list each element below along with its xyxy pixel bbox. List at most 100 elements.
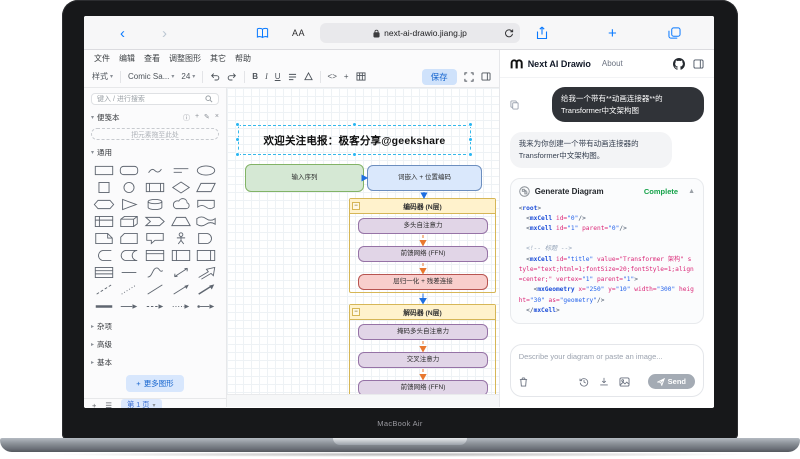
tool-card-header[interactable]: Generate Diagram Complete ▲ [519, 186, 695, 197]
shape-line-icon[interactable] [117, 264, 143, 280]
send-button[interactable]: Send [648, 374, 695, 389]
new-tab-icon[interactable]: + [608, 16, 617, 50]
scratchpad-add-icon[interactable]: + [195, 113, 199, 123]
shape-or-icon[interactable] [193, 230, 219, 246]
style-dropdown[interactable]: 样式▾ [92, 71, 113, 82]
github-icon[interactable] [673, 58, 685, 70]
download-icon[interactable] [599, 377, 609, 387]
about-link[interactable]: About [602, 59, 623, 68]
selection-handle[interactable] [235, 122, 240, 127]
shape-dashed-arrow-icon[interactable] [142, 298, 168, 314]
shape-circle-icon[interactable] [117, 179, 143, 195]
prompt-input[interactable]: Describe your diagram or paste an image.… [519, 352, 695, 361]
shape-link-icon[interactable] [91, 298, 117, 314]
shape-actor-icon[interactable] [168, 230, 194, 246]
clear-chat-icon[interactable] [519, 377, 528, 387]
collapse-icon[interactable]: − [352, 308, 360, 316]
reload-icon[interactable] [504, 28, 514, 38]
undo-icon[interactable] [210, 72, 220, 81]
node-self-attention[interactable]: 多头自注意力 [358, 218, 488, 234]
shape-internal-storage-icon[interactable] [91, 213, 117, 229]
shape-ellipse-icon[interactable] [193, 162, 219, 178]
italic-button[interactable]: I [265, 72, 268, 81]
add-page-icon[interactable]: + [92, 401, 96, 409]
tabs-icon[interactable] [668, 16, 681, 50]
shape-diamond-icon[interactable] [168, 179, 194, 195]
shape-note-icon[interactable] [91, 230, 117, 246]
shape-arrow-right-icon[interactable] [117, 298, 143, 314]
shape-dashed-line-icon[interactable] [91, 281, 117, 297]
bold-button[interactable]: B [252, 72, 258, 81]
sidebar-section-0[interactable]: ▸杂项 [91, 321, 219, 332]
selection-handle[interactable] [352, 152, 357, 157]
shape-step-icon[interactable] [142, 213, 168, 229]
scratchpad-section[interactable]: ▾便笺本 ⓘ + ✎ × [91, 112, 219, 123]
share-icon[interactable] [536, 16, 548, 50]
shape-list-icon[interactable] [91, 264, 117, 280]
shape-container-icon[interactable] [142, 247, 168, 263]
shape-vertical-container-icon[interactable] [168, 247, 194, 263]
node-ffn[interactable]: 前馈网络 (FFN) [358, 246, 488, 262]
sidebar-section-1[interactable]: ▸高级 [91, 339, 219, 350]
save-button[interactable]: 保存 [422, 69, 457, 85]
menu-item-5[interactable]: 帮助 [235, 53, 251, 64]
shape-tape-icon[interactable] [193, 213, 219, 229]
shape-trapezoid-icon[interactable] [168, 213, 194, 229]
shape-horizontal-container-icon[interactable] [193, 247, 219, 263]
align-icon[interactable] [288, 73, 297, 81]
redo-icon[interactable] [227, 72, 237, 81]
shape-dotted-arrow-icon[interactable] [168, 298, 194, 314]
font-dropdown[interactable]: Comic Sa...▾ [128, 72, 174, 81]
shape-bidirectional-arrow-icon[interactable] [168, 264, 194, 280]
sidebar-section-2[interactable]: ▸基本 [91, 357, 219, 368]
shape-data-storage-icon[interactable] [117, 247, 143, 263]
menu-item-3[interactable]: 调整图形 [169, 53, 201, 64]
selection-handle[interactable] [352, 122, 357, 127]
chevron-up-icon[interactable]: ▲ [688, 188, 695, 195]
shape-and-icon[interactable] [91, 247, 117, 263]
selection-handle[interactable] [235, 152, 240, 157]
shape-heading-icon[interactable] [168, 162, 194, 178]
font-size-dropdown[interactable]: 24▾ [181, 72, 195, 81]
menu-item-2[interactable]: 查看 [144, 53, 160, 64]
menu-item-0[interactable]: 文件 [94, 53, 110, 64]
shape-process-icon[interactable] [142, 179, 168, 195]
canvas-title-node[interactable]: 欢迎关注电报：极客分享@geekshare [238, 125, 471, 155]
diagram-canvas[interactable]: 欢迎关注电报：极客分享@geekshare 输入序列 词嵌入 [227, 88, 499, 394]
fill-color-icon[interactable] [304, 72, 313, 81]
shape-line-diagonal-icon[interactable] [142, 281, 168, 297]
shape-rectangle-icon[interactable] [91, 162, 117, 178]
node-layernorm[interactable]: 层归一化 + 残差连接 [358, 274, 488, 290]
collapse-icon[interactable]: − [352, 202, 360, 210]
menu-item-4[interactable]: 其它 [210, 53, 226, 64]
shape-triangle-icon[interactable] [117, 196, 143, 212]
more-shapes-button[interactable]: +更多图形 [126, 375, 183, 392]
pages-menu-icon[interactable]: ☰ [105, 401, 112, 409]
shape-card-icon[interactable] [117, 230, 143, 246]
node-masked-attention[interactable]: 掩码多头自注意力 [358, 324, 488, 340]
text-size-button[interactable]: AA [292, 16, 305, 50]
address-bar[interactable]: next-ai-drawio.jiang.jp [320, 23, 520, 43]
copy-icon[interactable] [510, 100, 519, 110]
scratchpad-drop-zone[interactable]: 把元素拖至此处 [91, 128, 219, 140]
node-cross-attention[interactable]: 交叉注意力 [358, 352, 488, 368]
bookmarks-icon[interactable] [256, 16, 269, 50]
menu-item-1[interactable]: 编辑 [119, 53, 135, 64]
scratchpad-edit-icon[interactable]: ✎ [204, 113, 210, 123]
selection-handle[interactable] [468, 137, 473, 142]
shape-cylinder-icon[interactable] [142, 196, 168, 212]
shape-dotted-line-icon[interactable] [117, 281, 143, 297]
shape-cube-icon[interactable] [117, 213, 143, 229]
format-panel-icon[interactable] [481, 72, 491, 81]
fullscreen-icon[interactable] [464, 72, 474, 82]
selection-handle[interactable] [468, 122, 473, 127]
general-section[interactable]: ▾通用 [91, 147, 219, 158]
history-icon[interactable] [579, 377, 589, 387]
node-dec-ffn[interactable]: 前馈网络 (FFN) [358, 380, 488, 394]
scratchpad-help-icon[interactable]: ⓘ [183, 113, 190, 123]
shape-search-input[interactable]: 键入 / 进行搜索 [91, 93, 219, 105]
shape-connector-dot-icon[interactable] [193, 298, 219, 314]
browser-back-icon[interactable]: ‹ [120, 16, 125, 50]
shape-arrow-outline-icon[interactable] [193, 264, 219, 280]
selection-handle[interactable] [235, 137, 240, 142]
